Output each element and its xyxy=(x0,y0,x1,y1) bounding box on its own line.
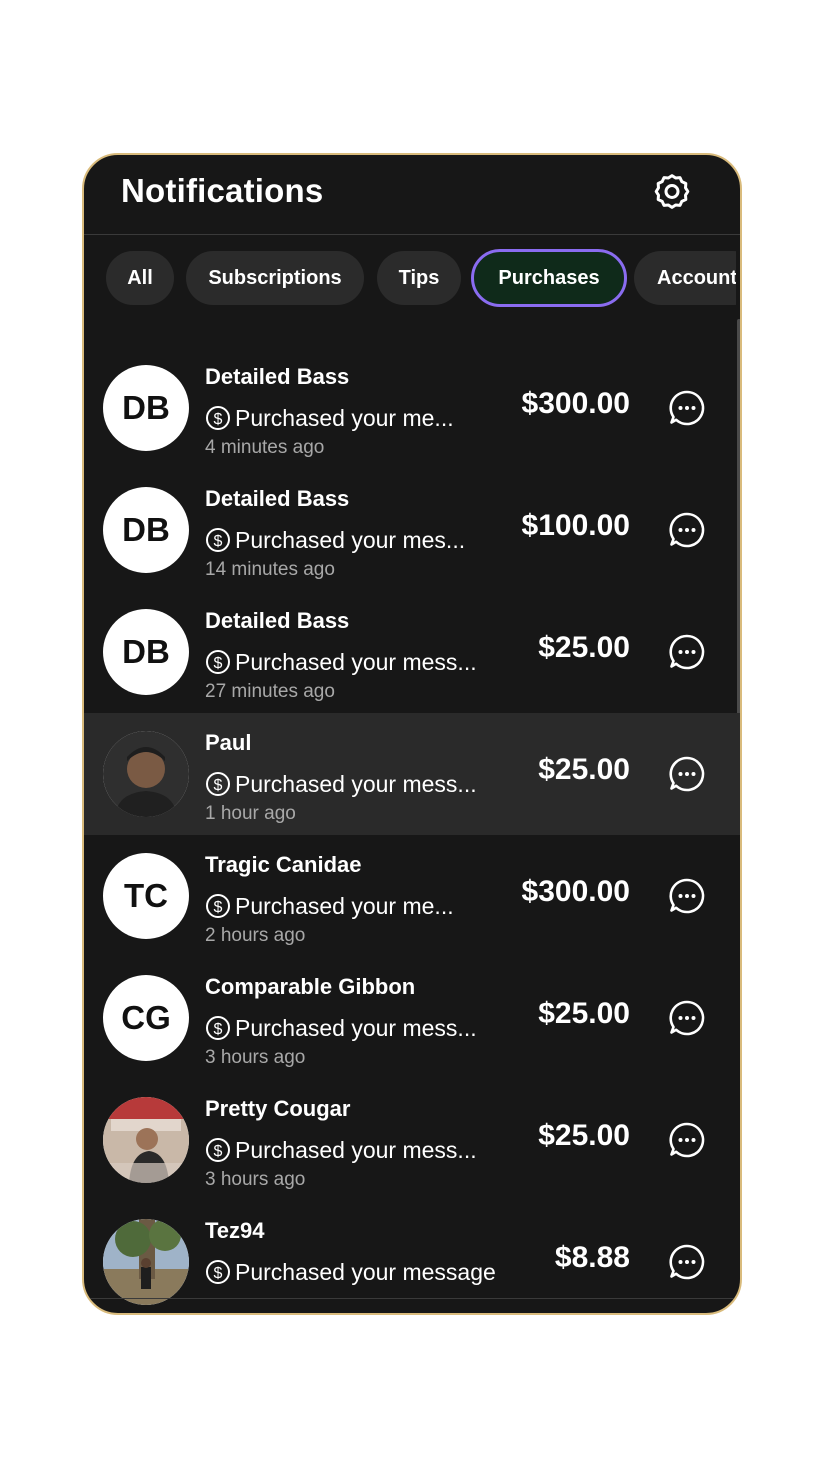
timestamp: 3 hours ago xyxy=(205,1169,306,1190)
filter-tabs: All Subscriptions Tips Purchases Account xyxy=(106,249,736,309)
message-text: Purchased your message xyxy=(235,1258,496,1285)
amount: $300.00 xyxy=(521,387,630,420)
timestamp: 14 minutes ago xyxy=(205,559,335,580)
message-text: Purchased your me... xyxy=(235,404,454,431)
dollar-coin-icon: $ xyxy=(206,406,230,430)
list-item[interactable]: CG Comparable Gibbon $ Purchased your me… xyxy=(84,957,740,1079)
sender-name: Detailed Bass xyxy=(205,364,350,389)
avatar xyxy=(103,1097,189,1183)
sender-name: Tragic Canidae xyxy=(205,852,362,877)
chat-bubble-icon[interactable] xyxy=(668,755,706,793)
avatar: CG xyxy=(103,975,189,1061)
amount: $100.00 xyxy=(521,509,630,542)
sender-name: Pretty Cougar xyxy=(205,1096,351,1121)
message-line: $ Purchased your me... xyxy=(205,891,454,921)
message-line: $ Purchased your mess... xyxy=(205,1135,477,1165)
panel-header: Notifications xyxy=(84,155,740,235)
notifications-panel: Notifications All Subscriptions Tips Pur… xyxy=(82,153,742,1315)
chat-bubble-icon[interactable] xyxy=(668,877,706,915)
tab-purchases[interactable]: Purchases xyxy=(471,249,627,307)
message-text: Purchased your me... xyxy=(235,892,454,919)
list-item[interactable]: DB Detailed Bass $ Purchased your me... … xyxy=(84,347,740,469)
amount: $8.88 xyxy=(554,1241,630,1274)
dollar-coin-icon: $ xyxy=(206,1016,230,1040)
sender-name: Detailed Bass xyxy=(205,486,350,511)
message-line: $ Purchased your me... xyxy=(205,403,454,433)
avatar: DB xyxy=(103,365,189,451)
chat-bubble-icon[interactable] xyxy=(668,999,706,1037)
dollar-coin-icon: $ xyxy=(206,650,230,674)
svg-text:$: $ xyxy=(214,411,223,428)
tab-account[interactable]: Account xyxy=(634,251,736,305)
list-item[interactable]: Paul $ Purchased your mess... 1 hour ago… xyxy=(84,713,740,835)
avatar: TC xyxy=(103,853,189,939)
profile-photo xyxy=(103,1097,189,1183)
avatar xyxy=(103,1219,189,1305)
tab-subscriptions[interactable]: Subscriptions xyxy=(186,251,364,305)
tab-all[interactable]: All xyxy=(106,251,174,305)
sender-name: Detailed Bass xyxy=(205,608,350,633)
message-line: $ Purchased your mes... xyxy=(205,525,465,555)
page-title: Notifications xyxy=(121,172,324,209)
dollar-coin-icon: $ xyxy=(206,1138,230,1162)
message-text: Purchased your mess... xyxy=(235,1014,477,1041)
timestamp: 1 hour ago xyxy=(205,803,296,824)
profile-photo xyxy=(103,731,189,817)
amount: $25.00 xyxy=(538,1119,630,1152)
message-line: $ Purchased your mess... xyxy=(205,1013,477,1043)
chat-bubble-icon[interactable] xyxy=(668,389,706,427)
list-item[interactable]: DB Detailed Bass $ Purchased your mes...… xyxy=(84,469,740,591)
svg-text:$: $ xyxy=(214,1265,223,1282)
chat-bubble-icon[interactable] xyxy=(668,633,706,671)
amount: $25.00 xyxy=(538,753,630,786)
dollar-coin-icon: $ xyxy=(206,772,230,796)
chat-bubble-icon[interactable] xyxy=(668,1121,706,1159)
amount: $25.00 xyxy=(538,997,630,1030)
list-item[interactable]: DB Detailed Bass $ Purchased your mess..… xyxy=(84,591,740,713)
svg-text:$: $ xyxy=(214,1143,223,1160)
timestamp: 3 hours ago xyxy=(205,1047,306,1068)
timestamp: 2 hours ago xyxy=(205,925,306,946)
sender-name: Comparable Gibbon xyxy=(205,974,416,999)
message-line: $ Purchased your message xyxy=(205,1257,496,1287)
chat-bubble-icon[interactable] xyxy=(668,511,706,549)
dollar-coin-icon: $ xyxy=(206,528,230,552)
chat-bubble-icon[interactable] xyxy=(668,1243,706,1281)
gear-icon[interactable] xyxy=(652,172,692,212)
message-text: Purchased your mess... xyxy=(235,770,477,797)
svg-text:$: $ xyxy=(214,655,223,672)
svg-text:$: $ xyxy=(214,1021,223,1038)
message-text: Purchased your mess... xyxy=(235,1136,477,1163)
svg-text:$: $ xyxy=(214,899,223,916)
timestamp: 4 minutes ago xyxy=(205,437,325,458)
tab-tips[interactable]: Tips xyxy=(377,251,461,305)
message-text: Purchased your mess... xyxy=(235,648,477,675)
sender-name: Tez94 xyxy=(205,1218,265,1243)
dollar-coin-icon: $ xyxy=(206,894,230,918)
message-line: $ Purchased your mess... xyxy=(205,769,477,799)
bottom-divider xyxy=(84,1298,740,1299)
svg-text:$: $ xyxy=(214,533,223,550)
amount: $300.00 xyxy=(521,875,630,908)
profile-photo xyxy=(103,1219,189,1305)
list-item[interactable]: Pretty Cougar $ Purchased your mess... 3… xyxy=(84,1079,740,1201)
list-item[interactable]: TC Tragic Canidae $ Purchased your me...… xyxy=(84,835,740,957)
amount: $25.00 xyxy=(538,631,630,664)
timestamp: 27 minutes ago xyxy=(205,681,335,702)
message-line: $ Purchased your mess... xyxy=(205,647,477,677)
message-text: Purchased your mes... xyxy=(235,526,466,553)
avatar xyxy=(103,731,189,817)
dollar-coin-icon: $ xyxy=(206,1260,230,1284)
avatar: DB xyxy=(103,609,189,695)
svg-text:$: $ xyxy=(214,777,223,794)
sender-name: Paul xyxy=(205,730,252,755)
avatar: DB xyxy=(103,487,189,573)
